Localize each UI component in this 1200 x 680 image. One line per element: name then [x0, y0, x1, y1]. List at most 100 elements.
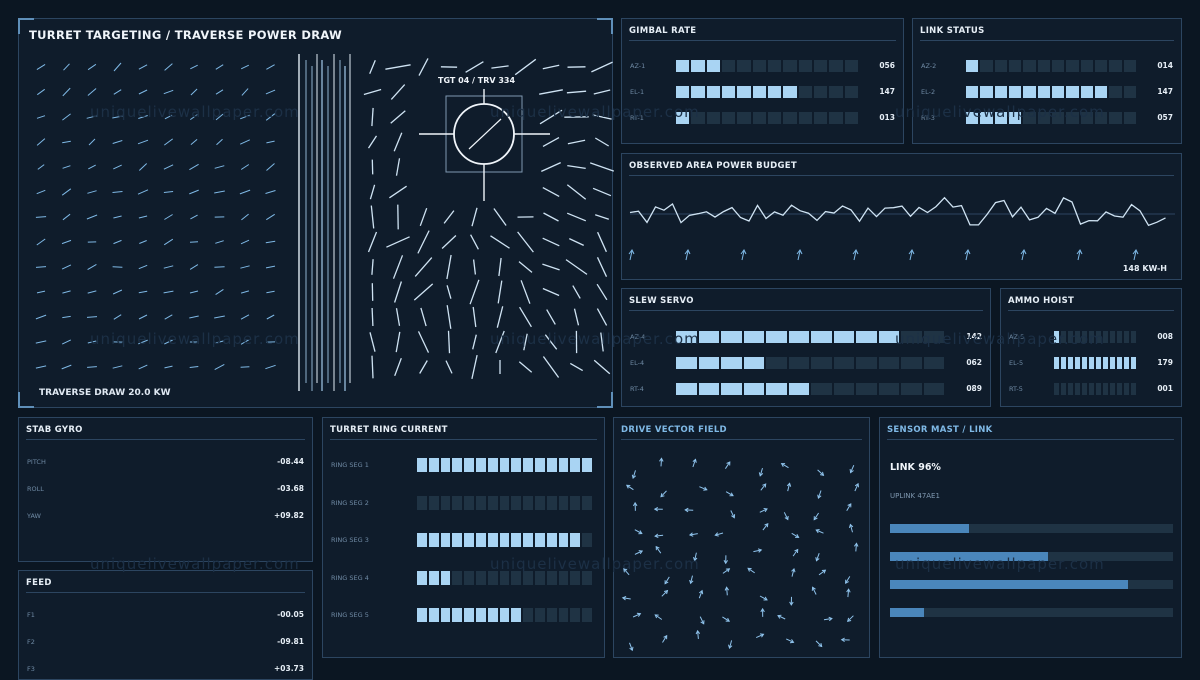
bar-segment	[511, 608, 521, 622]
vector-arrow-icon	[725, 587, 729, 595]
field-vector	[215, 241, 223, 244]
drive-vector-field-panel: DRIVE VECTOR FIELD	[613, 417, 870, 658]
field-vector	[419, 58, 428, 75]
bar-segment	[1131, 383, 1136, 395]
field-vector	[62, 316, 70, 317]
bar-segment	[500, 608, 510, 622]
bar-segment	[856, 357, 877, 369]
bar-segment	[768, 86, 781, 98]
vector-arrow-icon	[699, 487, 706, 491]
readout-value: +03.73	[274, 664, 304, 673]
link-bar-track	[890, 552, 1173, 561]
bar-segment	[559, 496, 569, 510]
field-vector	[474, 260, 476, 275]
field-vector	[372, 259, 373, 275]
field-vector	[524, 334, 527, 350]
bar-segment	[676, 86, 689, 98]
field-vector	[447, 305, 451, 329]
field-vector	[545, 335, 556, 350]
bar-segment	[1081, 86, 1093, 98]
field-vector	[164, 90, 173, 93]
link-bar-fill	[890, 580, 1128, 589]
field-vector	[394, 255, 403, 278]
bar-segment	[464, 571, 474, 585]
bar-segment	[845, 86, 858, 98]
power-budget-panel: OBSERVED AREA POWER BUDGET 148 KW-H	[621, 153, 1182, 280]
bar-segment	[1124, 112, 1136, 124]
bar-segment	[1081, 60, 1093, 72]
vector-arrow-icon	[624, 569, 629, 575]
bar-segment	[1066, 60, 1078, 72]
field-vector	[540, 110, 562, 124]
bar-segment	[789, 383, 810, 395]
ring-seg-label: RING SEG 4	[331, 574, 369, 582]
field-vector	[113, 290, 122, 294]
field-vector	[543, 357, 558, 378]
field-vector	[214, 191, 225, 193]
field-vector	[241, 165, 249, 170]
vector-arrow-icon	[694, 553, 698, 561]
bar-segment	[1052, 112, 1064, 124]
field-vector	[391, 111, 406, 124]
bar-segment	[1082, 383, 1087, 395]
bar-segment	[980, 86, 992, 98]
field-vector	[397, 158, 400, 175]
field-vector	[395, 282, 402, 303]
field-vector	[241, 214, 248, 220]
field-vector	[494, 209, 506, 226]
vector-arrow-icon	[792, 569, 796, 577]
meter-value: 001	[1157, 384, 1173, 393]
vector-arrow-icon	[818, 491, 821, 499]
field-vector	[62, 291, 70, 293]
bar-segment	[980, 60, 992, 72]
field-vector	[113, 141, 123, 144]
readout-value: -09.81	[277, 637, 304, 646]
bar-segment	[722, 60, 735, 72]
up-arrow-icon	[741, 250, 746, 260]
bar-segment	[691, 86, 704, 98]
field-vector	[595, 215, 609, 219]
stab-gyro-title: STAB GYRO	[26, 425, 83, 435]
vector-arrow-icon	[633, 503, 637, 511]
field-vector	[37, 291, 45, 293]
field-vector	[113, 165, 121, 169]
vector-arrow-icon	[855, 484, 859, 491]
field-vector	[189, 164, 198, 169]
bar-segment	[429, 571, 439, 585]
field-vector	[266, 241, 275, 242]
field-vector	[241, 340, 249, 345]
bar-segment	[429, 533, 439, 547]
vector-arrow-icon	[812, 587, 816, 594]
bar-segment	[1096, 383, 1101, 395]
readout-label: ROLL	[27, 485, 44, 493]
bar-segment	[547, 571, 557, 585]
meter-label: EL-5	[1009, 359, 1023, 367]
field-vector	[491, 66, 508, 68]
bar-segment	[1110, 383, 1115, 395]
field-vector	[214, 316, 225, 318]
field-vector	[87, 116, 98, 119]
meter-label: AZ-4	[630, 333, 645, 341]
ring-seg-label: RING SEG 2	[331, 499, 369, 507]
slew-servo-panel: SLEW SERVO AZ-4142EL-4062RT-4089	[621, 288, 991, 407]
bar-segment	[1089, 331, 1094, 343]
vector-arrow-icon	[655, 615, 662, 620]
field-vector	[63, 88, 70, 96]
up-arrow-icon	[1077, 250, 1082, 260]
vector-arrow-icon	[699, 591, 702, 599]
field-vector	[446, 361, 452, 374]
field-vector	[165, 366, 173, 368]
vector-arrow-icon	[850, 465, 854, 472]
field-vector	[165, 315, 173, 319]
vector-arrow-icon	[816, 641, 822, 647]
field-vector	[466, 62, 484, 73]
field-vector	[139, 164, 146, 171]
bar-segment	[452, 458, 462, 472]
bar-segment	[1095, 86, 1107, 98]
bar-segment	[699, 331, 720, 343]
vector-arrow-icon	[725, 462, 729, 469]
field-vector	[190, 291, 198, 293]
field-vector	[573, 286, 580, 299]
bar-segment	[1054, 383, 1059, 395]
field-vector	[364, 90, 381, 95]
